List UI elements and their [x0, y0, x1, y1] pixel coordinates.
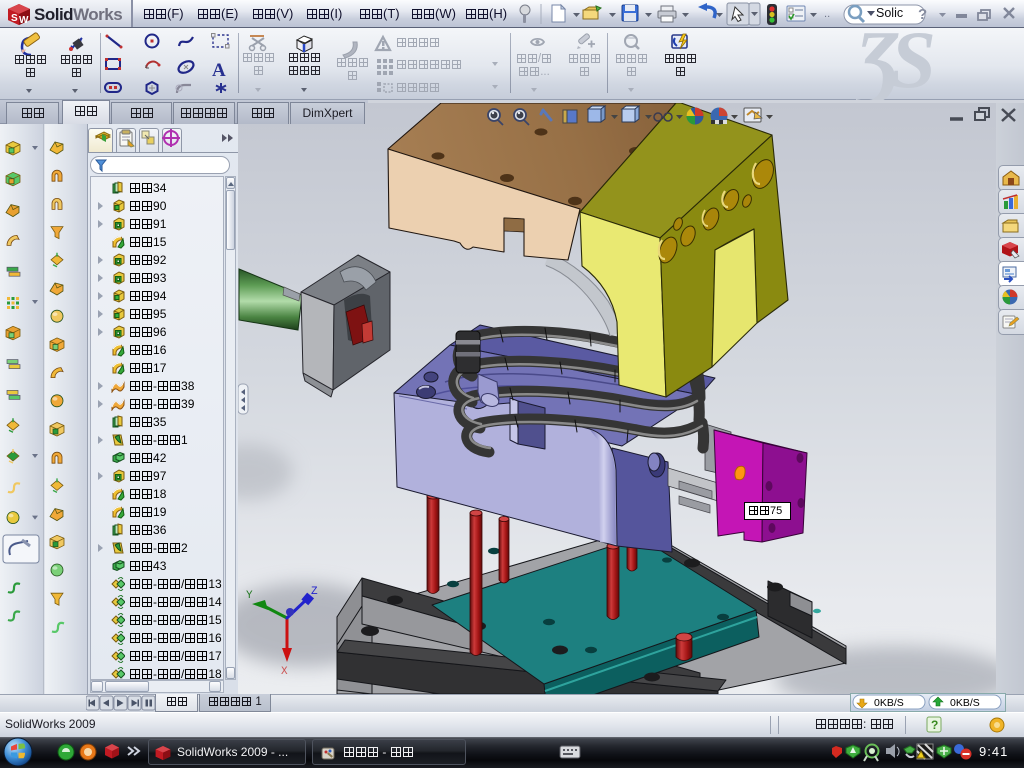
svg-text:A: A — [212, 60, 226, 81]
svg-text:Z: Z — [311, 586, 318, 598]
svg-text:?: ? — [918, 6, 927, 23]
svg-text:0KB/S: 0KB/S — [950, 697, 980, 709]
svg-text:W: W — [19, 15, 29, 26]
svg-text:Solic: Solic — [876, 6, 903, 20]
svg-text:..: .. — [824, 8, 830, 20]
svg-text:S: S — [11, 13, 18, 24]
svg-text:0KB/S: 0KB/S — [874, 697, 904, 709]
svg-text:X: X — [281, 666, 288, 678]
svg-text:?: ? — [931, 718, 938, 732]
svg-text:Y: Y — [246, 590, 253, 602]
